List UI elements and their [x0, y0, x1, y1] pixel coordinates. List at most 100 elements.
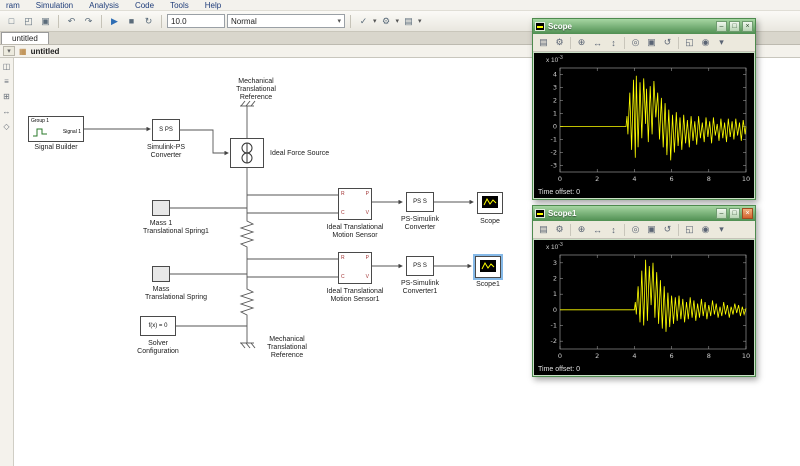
toolbar-separator [58, 14, 59, 28]
model-browser-toggle[interactable]: ▾ [3, 46, 15, 56]
zoom-icon[interactable]: ⊕ [574, 36, 589, 50]
toolbar-separator [678, 36, 679, 49]
save-axes-icon[interactable]: ▣ [644, 36, 659, 50]
svg-text:6: 6 [670, 352, 674, 360]
block-solver-configuration[interactable]: f(x) = 0 [140, 316, 176, 336]
port-r: R [341, 255, 345, 261]
redo-icon[interactable]: ↷ [81, 14, 96, 29]
converter-inner-text: PS S [413, 263, 427, 269]
svg-text:2: 2 [553, 275, 557, 283]
chevron-down-icon[interactable]: ▾ [396, 17, 400, 25]
block-simulink-ps-converter[interactable]: S PS [152, 119, 180, 141]
scope1-window[interactable]: Scope1 – □ × ▤ ⚙ ⊕ ↔ ↕ ◎ ▣ ↺ ◱ ◉ ▾ 3210-… [532, 205, 756, 377]
port-v: V [365, 210, 369, 216]
breadcrumb[interactable]: untitled [31, 47, 60, 56]
save-axes-icon[interactable]: ▣ [644, 223, 659, 237]
settings-gear-icon[interactable]: ⚙ [379, 14, 394, 29]
svg-text:-3: -3 [551, 162, 557, 170]
block-ideal-translational-motion-sensor1[interactable]: R C P V [338, 252, 372, 284]
parameters-gear-icon[interactable]: ⚙ [552, 223, 567, 237]
toolbar-separator [570, 223, 571, 236]
close-button[interactable]: × [742, 21, 753, 32]
hide-browser-icon[interactable]: ≡ [4, 77, 9, 86]
grid-icon[interactable]: ⊞ [3, 92, 10, 101]
menu-item-diagram[interactable]: ram [6, 1, 20, 10]
scope1-window-titlebar[interactable]: Scope1 – □ × [533, 206, 755, 221]
zoom-y-icon[interactable]: ↕ [606, 36, 621, 50]
lock-axes-icon[interactable]: ◉ [698, 36, 713, 50]
scope-window-titlebar[interactable]: Scope – □ × [533, 19, 755, 34]
autoscale-icon[interactable]: ◎ [628, 36, 643, 50]
zoom-x-icon[interactable]: ↔ [590, 223, 605, 237]
svg-text:3: 3 [553, 84, 557, 92]
zoom-y-icon[interactable]: ↕ [606, 223, 621, 237]
scope-window[interactable]: Scope – □ × ▤ ⚙ ⊕ ↔ ↕ ◎ ▣ ↺ ◱ ◉ ▾ 43210-… [532, 18, 756, 200]
tab-untitled[interactable]: untitled [1, 32, 49, 44]
chevron-down-icon[interactable]: ▾ [714, 223, 729, 237]
simulink-window: ram Simulation Analysis Code Tools Help … [0, 0, 800, 466]
autoscale-icon[interactable]: ◎ [628, 223, 643, 237]
parameters-gear-icon[interactable]: ⚙ [552, 36, 567, 50]
minimize-button[interactable]: – [716, 21, 727, 32]
block-ideal-force-source[interactable] [230, 138, 264, 168]
zoom-icon[interactable]: ⊕ [574, 223, 589, 237]
block-ps-simulink-converter[interactable]: PS S [406, 192, 434, 212]
close-button[interactable]: × [742, 208, 753, 219]
svg-text:2: 2 [553, 97, 557, 105]
sim-mode-value: Normal [231, 16, 257, 26]
floating-scope-icon[interactable]: ◱ [682, 223, 697, 237]
floating-scope-icon[interactable]: ◱ [682, 36, 697, 50]
block-label: Ideal Translational Motion Sensor [326, 224, 384, 240]
restore-axes-icon[interactable]: ↺ [660, 36, 675, 50]
converter-inner-text: PS S [413, 199, 427, 205]
save-model-icon[interactable]: ▣ [38, 14, 53, 29]
block-signal-builder[interactable]: Group 1 Signal 1 [28, 116, 84, 142]
block-mass[interactable] [152, 266, 170, 282]
block-scope[interactable] [477, 192, 503, 214]
svg-text:3: 3 [553, 259, 557, 267]
menu-item-simulation[interactable]: Simulation [36, 1, 73, 10]
chevron-down-icon[interactable]: ▾ [418, 17, 422, 25]
force-source-icon [241, 142, 253, 164]
stop-simulation-icon[interactable]: ■ [124, 14, 139, 29]
library-browser-icon[interactable]: ◫ [3, 62, 11, 71]
block-label: Scope [480, 218, 500, 225]
menu-item-analysis[interactable]: Analysis [89, 1, 119, 10]
svg-text:4: 4 [632, 352, 636, 360]
print-icon[interactable]: ▤ [536, 36, 551, 50]
new-model-icon[interactable]: □ [4, 14, 19, 29]
signal-thumbnail-icon [33, 128, 47, 137]
run-simulation-icon[interactable]: ▶ [107, 14, 122, 29]
zoom-x-icon[interactable]: ↔ [590, 36, 605, 50]
toolbar-separator [350, 14, 351, 28]
sim-mode-select[interactable]: Normal ▾ [227, 14, 345, 28]
block-mass1[interactable] [152, 200, 170, 216]
print-icon[interactable]: ▤ [536, 223, 551, 237]
annotation-icon[interactable]: ◇ [3, 122, 9, 131]
undo-icon[interactable]: ↶ [64, 14, 79, 29]
restore-axes-icon[interactable]: ↺ [660, 223, 675, 237]
block-ps-simulink-converter1[interactable]: PS S [406, 256, 434, 276]
menu-item-tools[interactable]: Tools [170, 1, 189, 10]
minimize-button[interactable]: – [716, 208, 727, 219]
model-advisor-icon[interactable]: ✓ [356, 14, 371, 29]
port-p: P [365, 191, 369, 197]
block-ideal-translational-motion-sensor[interactable]: R C P V [338, 188, 372, 220]
fit-view-icon[interactable]: ↔ [3, 107, 11, 116]
block-scope1[interactable] [475, 256, 501, 278]
maximize-button[interactable]: □ [729, 208, 740, 219]
sim-stop-time-input[interactable] [167, 14, 225, 28]
open-model-icon[interactable]: ◰ [21, 14, 36, 29]
menu-item-code[interactable]: Code [135, 1, 154, 10]
toolbar-separator [101, 14, 102, 28]
port-c: C [341, 274, 345, 280]
update-model-icon[interactable]: ↻ [141, 14, 156, 29]
toolbar-separator [624, 223, 625, 236]
menu-item-help[interactable]: Help [205, 1, 221, 10]
chevron-down-icon[interactable]: ▾ [714, 36, 729, 50]
library-layers-icon[interactable]: ▤ [401, 14, 416, 29]
maximize-button[interactable]: □ [729, 21, 740, 32]
chevron-down-icon[interactable]: ▾ [373, 17, 377, 25]
lock-axes-icon[interactable]: ◉ [698, 223, 713, 237]
svg-text:-1: -1 [551, 136, 557, 144]
